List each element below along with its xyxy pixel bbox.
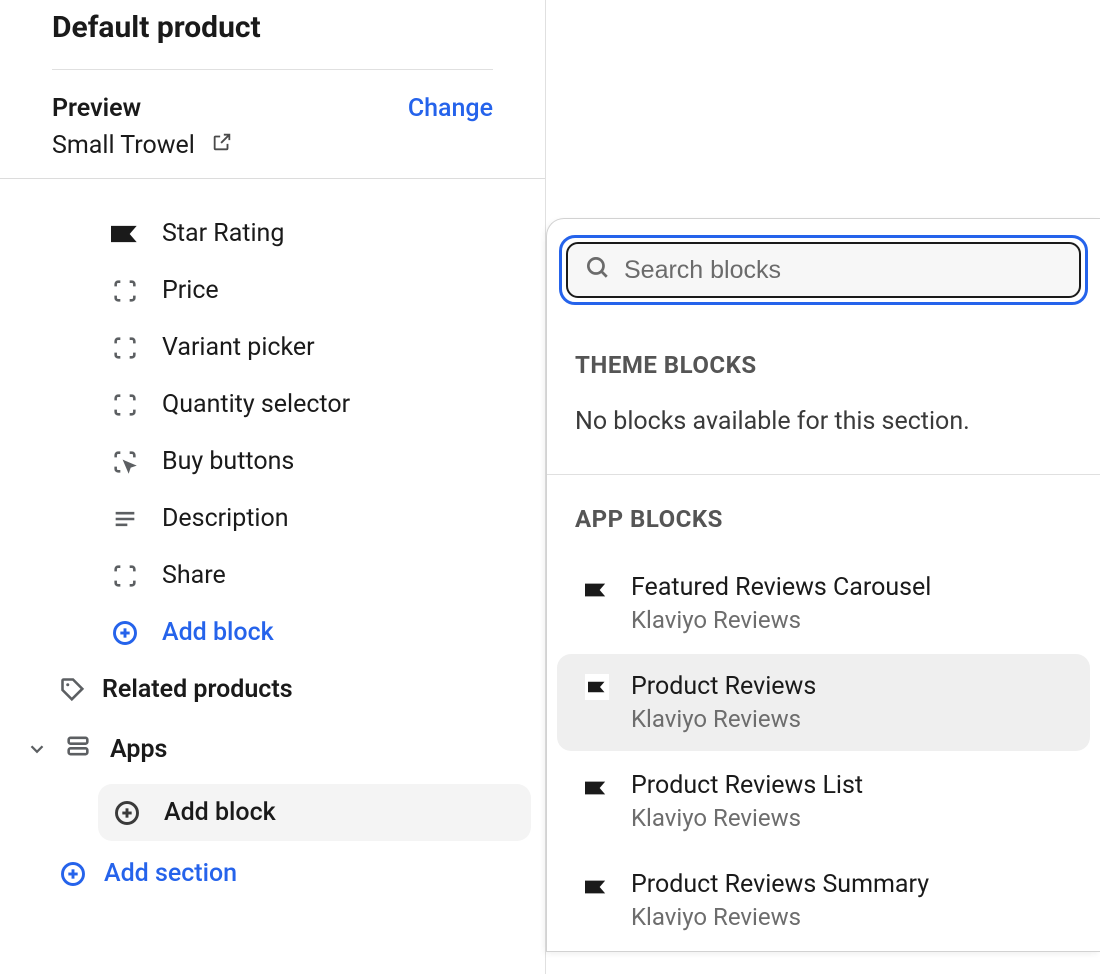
app-block-title: Product Reviews Summary <box>631 870 929 899</box>
change-link[interactable]: Change <box>408 94 493 123</box>
cursor-icon <box>110 448 140 476</box>
block-label: Price <box>162 276 219 305</box>
chevron-down-icon <box>22 738 52 760</box>
add-block-label: Add block <box>162 618 274 647</box>
block-item-star-rating[interactable]: Star Rating <box>0 205 545 262</box>
block-item-description[interactable]: Description <box>0 490 545 547</box>
description-icon <box>110 505 140 533</box>
plus-circle-icon <box>112 799 142 827</box>
add-section-label: Add section <box>104 859 237 888</box>
block-item-quantity-selector[interactable]: Quantity selector <box>0 376 545 433</box>
app-block-subtitle: Klaviyo Reviews <box>631 903 929 931</box>
search-field[interactable] <box>566 242 1081 298</box>
apps-add-block-button[interactable]: Add block <box>98 784 531 841</box>
block-item-price[interactable]: Price <box>0 262 545 319</box>
app-block-title: Product Reviews List <box>631 771 863 800</box>
flag-icon <box>585 775 609 797</box>
app-block-subtitle: Klaviyo Reviews <box>631 804 863 832</box>
add-block-label: Add block <box>164 798 276 827</box>
block-label: Star Rating <box>162 219 284 248</box>
plus-circle-icon <box>110 619 140 647</box>
app-blocks-header: APP BLOCKS <box>547 475 1100 553</box>
theme-blocks-header: THEME BLOCKS <box>547 321 1100 399</box>
apps-label: Apps <box>110 735 167 764</box>
theme-blocks-empty: No blocks available for this section. <box>547 399 1100 474</box>
flag-icon <box>585 674 609 700</box>
block-label: Buy buttons <box>162 447 294 476</box>
app-block-title: Featured Reviews Carousel <box>631 573 931 602</box>
app-block-subtitle: Klaviyo Reviews <box>631 606 931 634</box>
app-block-product-reviews-summary[interactable]: Product Reviews Summary Klaviyo Reviews <box>557 852 1090 949</box>
brackets-icon <box>110 391 140 419</box>
add-section-button[interactable]: Add section <box>0 845 545 902</box>
app-block-text: Featured Reviews Carousel Klaviyo Review… <box>631 573 931 634</box>
block-item-share[interactable]: Share <box>0 547 545 604</box>
header-divider <box>52 69 493 70</box>
app-block-featured-reviews-carousel[interactable]: Featured Reviews Carousel Klaviyo Review… <box>557 555 1090 652</box>
apps-icon <box>64 732 92 766</box>
brackets-icon <box>110 334 140 362</box>
search-focus-ring <box>559 235 1088 305</box>
flag-icon <box>585 874 609 896</box>
block-item-buy-buttons[interactable]: Buy buttons <box>0 433 545 490</box>
app-block-product-reviews-list[interactable]: Product Reviews List Klaviyo Reviews <box>557 753 1090 850</box>
plus-circle-icon <box>58 860 88 888</box>
add-block-button[interactable]: Add block <box>0 604 545 661</box>
section-related-products[interactable]: Related products <box>0 661 545 718</box>
search-icon <box>584 254 610 286</box>
app-block-product-reviews[interactable]: Product Reviews Klaviyo Reviews <box>557 654 1090 751</box>
app-block-text: Product Reviews Summary Klaviyo Reviews <box>631 870 929 931</box>
section-label: Related products <box>102 675 293 704</box>
preview-product[interactable]: Small Trowel <box>52 131 493 160</box>
preview-product-name: Small Trowel <box>52 131 195 160</box>
block-list: Star Rating Price Variant picker Quantit… <box>0 179 545 902</box>
block-label: Quantity selector <box>162 390 350 419</box>
sidebar-panel: Default product Preview Change Small Tro… <box>0 0 546 974</box>
app-block-text: Product Reviews List Klaviyo Reviews <box>631 771 863 832</box>
preview-label: Preview <box>52 94 141 123</box>
brackets-icon <box>110 277 140 305</box>
block-label: Variant picker <box>162 333 315 362</box>
external-link-icon <box>211 131 233 160</box>
app-block-subtitle: Klaviyo Reviews <box>631 705 816 733</box>
block-picker-popover: THEME BLOCKS No blocks available for thi… <box>546 218 1100 952</box>
search-input[interactable] <box>624 256 1063 285</box>
section-apps[interactable]: Apps <box>0 718 545 780</box>
block-label: Description <box>162 504 289 533</box>
tag-icon <box>58 676 88 704</box>
block-item-variant-picker[interactable]: Variant picker <box>0 319 545 376</box>
brackets-icon <box>110 562 140 590</box>
app-block-title: Product Reviews <box>631 672 816 701</box>
sidebar-header: Default product Preview Change Small Tro… <box>0 10 545 178</box>
page-title: Default product <box>52 10 493 45</box>
preview-row: Preview Change <box>52 94 493 123</box>
app-block-text: Product Reviews Klaviyo Reviews <box>631 672 816 733</box>
flag-icon <box>110 220 140 248</box>
flag-icon <box>585 577 609 599</box>
block-label: Share <box>162 561 226 590</box>
